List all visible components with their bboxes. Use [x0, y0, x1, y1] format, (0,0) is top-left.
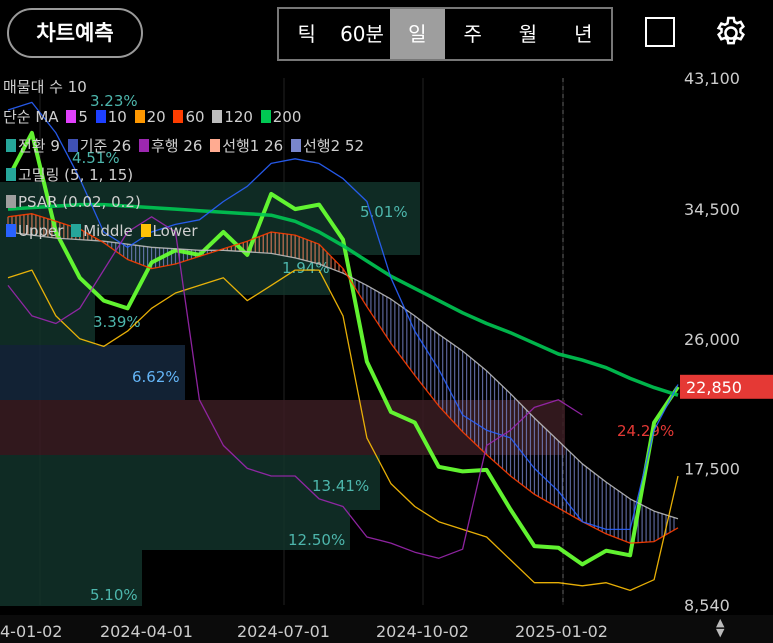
ma200-swatch	[260, 110, 271, 123]
lagging-swatch	[138, 139, 149, 152]
ma60-swatch	[173, 110, 184, 123]
tab-monthly[interactable]: 월	[500, 9, 555, 59]
volume-profile-bar	[0, 255, 330, 295]
ma20-swatch	[134, 110, 145, 123]
volume-profile-label: 3.39%	[93, 313, 141, 331]
middle-swatch	[71, 224, 82, 237]
upper-swatch	[6, 224, 16, 237]
volume-profile-bar	[0, 295, 95, 345]
volume-profile-label: 12.50%	[288, 531, 345, 549]
lower-swatch	[140, 224, 151, 237]
legend-volume-profile: 매물대 수 10	[3, 78, 87, 96]
scroll-arrows-icon[interactable]: ▲ ▼	[716, 617, 724, 638]
date-tick-label: 2024-04-01	[100, 622, 193, 641]
date-tick-label: 2024-10-02	[376, 622, 469, 641]
legend-ichimoku: 전환 9 기준 26 후행 26 선행1 26 선행2 52	[3, 135, 364, 156]
top-toolbar: 차트예측 틱 60분 일 주 월 년	[0, 0, 773, 70]
leading2-swatch	[290, 139, 301, 152]
date-tick-label: 2025-01-02	[515, 622, 608, 641]
legend-psar: PSAR (0.02, 0.2)	[3, 193, 141, 211]
ma120-swatch	[212, 110, 223, 123]
tab-tick[interactable]: 틱	[279, 9, 334, 59]
period-tabs: 틱 60분 일 주 월 년	[277, 7, 613, 61]
envelope-swatch	[6, 168, 16, 181]
base-swatch	[67, 139, 78, 152]
square-icon[interactable]	[645, 17, 675, 47]
conversion-swatch	[6, 139, 16, 152]
volume-profile-label: 6.62%	[132, 368, 180, 386]
price-tick-label: 8,540	[684, 596, 730, 615]
date-tick-label: 2024-07-01	[237, 622, 330, 641]
price-tick-label: 43,100	[684, 70, 740, 88]
chart-predict-button[interactable]: 차트예측	[7, 8, 143, 58]
leading1-swatch	[210, 139, 221, 152]
volume-profile-label: 5.01%	[360, 203, 408, 221]
price-tick-label: 34,500	[684, 200, 740, 219]
price-tick-label: 17,500	[684, 459, 740, 478]
gear-icon[interactable]	[712, 14, 750, 52]
ma5-swatch	[66, 110, 77, 123]
volume-profile-label: 5.10%	[90, 586, 138, 604]
current-price-label: 22,850	[686, 378, 742, 397]
volume-profile-label: 24.29%	[617, 422, 674, 440]
psar-swatch	[6, 195, 16, 208]
legend-bollinger: Upper Middle Lower	[3, 222, 197, 240]
legend-ma: 단순 MA 5 10 20 60 120 200	[3, 108, 302, 126]
tab-daily[interactable]: 일	[389, 9, 445, 59]
ma10-swatch	[95, 110, 106, 123]
legend-envelope: 고밀링 (5, 1, 15)	[3, 164, 133, 185]
date-tick-label: 4-01-02	[0, 622, 62, 641]
volume-profile-bar	[0, 400, 565, 455]
tab-weekly[interactable]: 주	[445, 9, 500, 59]
tab-60min[interactable]: 60분	[334, 9, 389, 59]
price-tick-label: 26,000	[684, 330, 740, 349]
volume-profile-label: 13.41%	[312, 477, 369, 495]
tab-yearly[interactable]: 년	[556, 9, 611, 59]
